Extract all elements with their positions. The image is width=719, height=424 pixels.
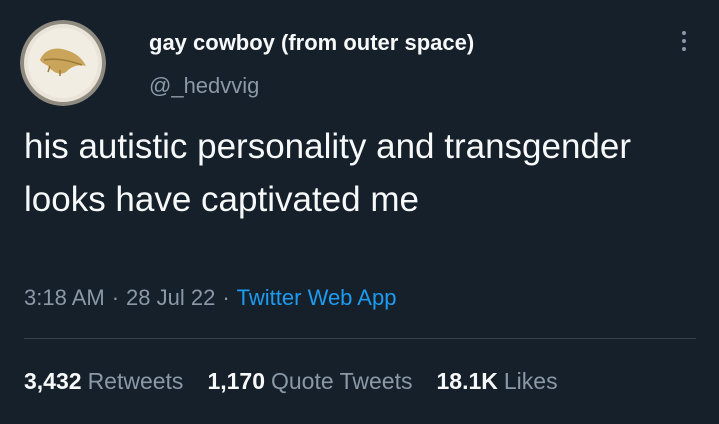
quote-tweets-label: Quote Tweets (271, 368, 413, 394)
likes-count: 18.1K (436, 368, 498, 394)
likes-stat[interactable]: 18.1K Likes (437, 368, 558, 394)
quote-tweets-count: 1,170 (207, 368, 265, 394)
source-link[interactable]: Twitter Web App (237, 285, 397, 310)
tweet-card: gay cowboy (from outer space) @_hedvvig … (0, 0, 719, 424)
tweet-meta: 3:18 AM · 28 Jul 22 · Twitter Web App (24, 285, 396, 311)
retweets-label: Retweets (87, 368, 184, 394)
tweet-stats: 3,432 Retweets 1,170 Quote Tweets 18.1K Likes (24, 368, 582, 395)
display-name[interactable]: gay cowboy (from outer space) (149, 30, 474, 56)
tweet-text: his autistic personality and transgender… (24, 127, 632, 219)
tweet-time[interactable]: 3:18 AM (24, 285, 105, 310)
tweet-date[interactable]: 28 Jul 22 (126, 285, 215, 310)
retweets-stat[interactable]: 3,432 Retweets (24, 368, 183, 394)
user-handle[interactable]: @_hedvvig (149, 73, 259, 99)
retweets-count: 3,432 (24, 368, 82, 394)
dried-leaf-plate-icon (20, 20, 106, 106)
divider (24, 338, 696, 339)
avatar[interactable] (20, 20, 106, 106)
more-vertical-icon[interactable] (668, 24, 700, 58)
likes-label: Likes (503, 368, 558, 394)
meta-separator: · (111, 285, 120, 310)
quote-tweets-stat[interactable]: 1,170 Quote Tweets (207, 368, 412, 394)
meta-separator: · (222, 285, 230, 310)
